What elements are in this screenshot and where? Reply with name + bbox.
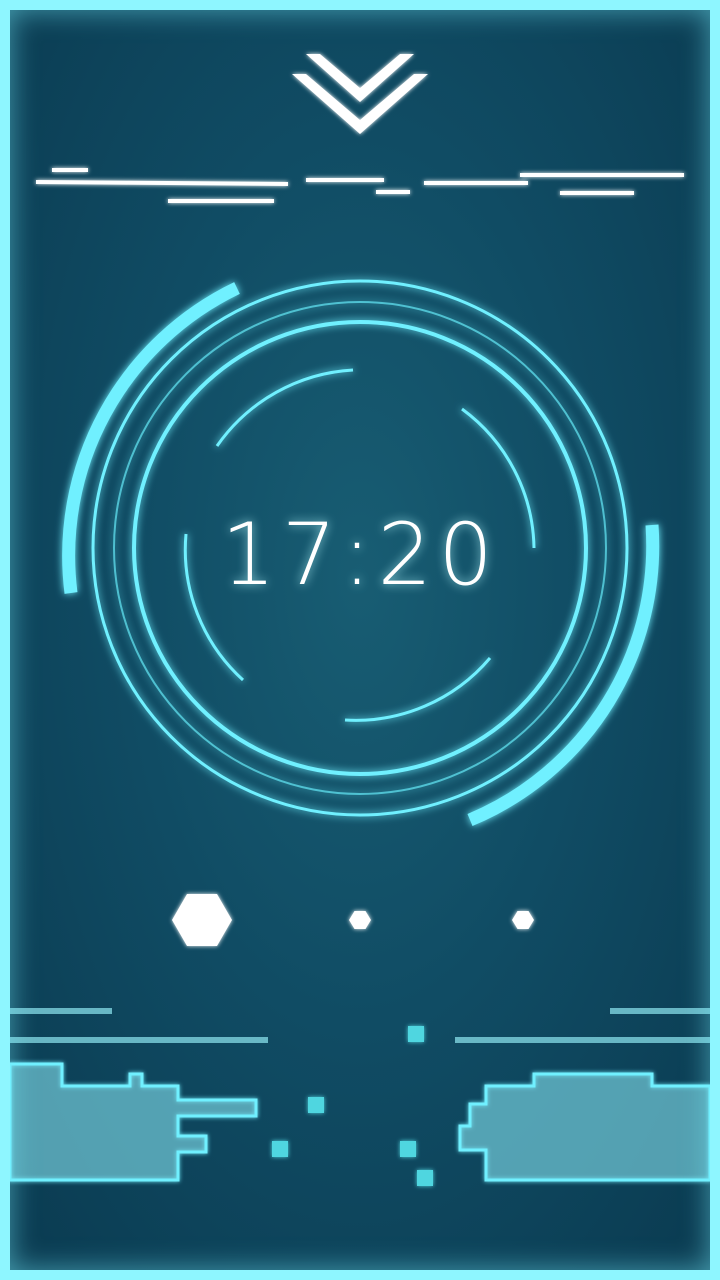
screen-border-frame [0, 0, 720, 1280]
lockscreen: 17:20 [0, 0, 720, 1280]
